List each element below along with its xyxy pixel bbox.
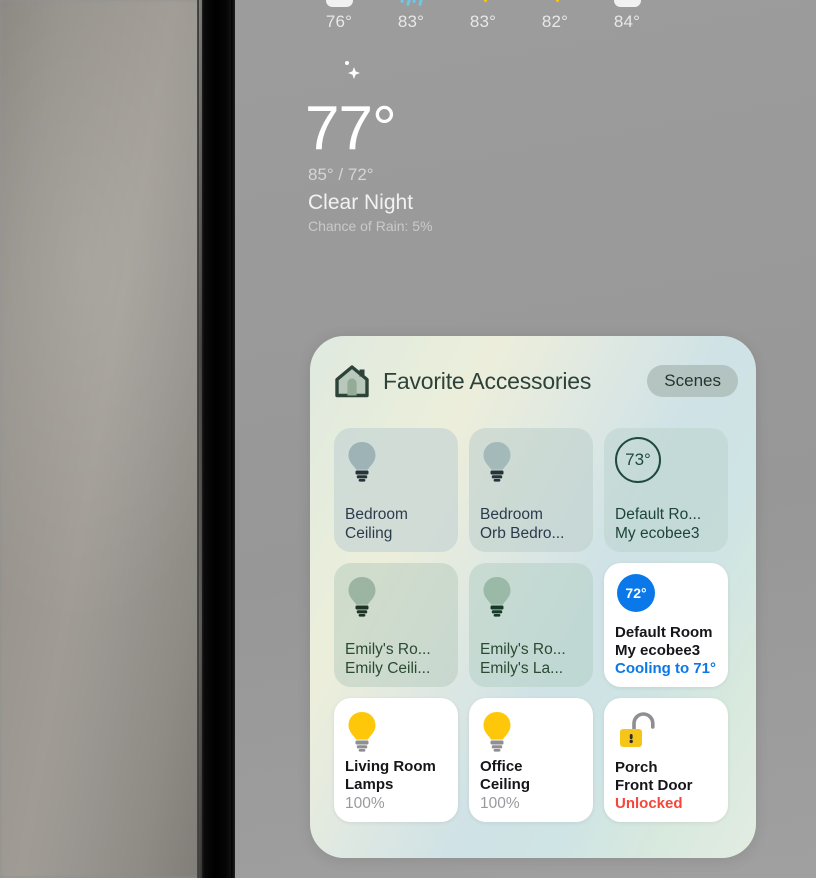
widget-header: Favorite Accessories Scenes [310,358,756,404]
favorite-accessories-widget[interactable]: Favorite Accessories Scenes Bedroom Ceil… [310,336,756,858]
tile-status: Unlocked [615,795,683,812]
tile-line-2: Emily's La... [480,660,564,677]
forecast-temp: 83° [397,12,425,31]
accessory-tile-thermostat-cooling[interactable]: 72° Default Room My ecobee3 Cooling to 7… [604,563,728,687]
tile-label-group: Office Ceiling 100% [480,758,586,813]
tile-line-1: Default Ro... [615,506,702,523]
accessory-tile-front-door-lock[interactable]: Porch Front Door Unlocked [604,698,728,822]
weather-condition: Clear Night [308,191,414,214]
tile-status: 100% [345,795,385,812]
background-wall-sheen [0,0,210,878]
tile-label-group: Default Room My ecobee3 Cooling to 71° [615,624,721,678]
lightbulb-icon [480,709,582,759]
accessory-tile-thermostat-default-room[interactable]: 73° Default Ro... My ecobee3 [604,428,728,552]
forecast-item[interactable]: 84° [591,0,663,32]
forecast-item[interactable]: 76° [303,0,375,32]
thermostat-temperature-badge: 72° [617,574,655,612]
tile-line-2: My ecobee3 [615,642,701,659]
current-temperature: 77° [305,94,397,163]
accessory-tile-emily-ceiling[interactable]: Emily's Ro... Emily Ceili... [334,563,458,687]
accessory-tile-office-ceiling[interactable]: Office Ceiling 100% [469,698,593,822]
tile-status: 100% [480,795,520,812]
tile-line-1: Emily's Ro... [345,641,431,658]
forecast-temp: 82° [541,12,569,31]
tile-line-2: Orb Bedro... [480,525,565,542]
tile-label-group: Porch Front Door Unlocked [615,759,721,813]
tile-line-2: My ecobee3 [615,525,700,542]
forecast-temp: 84° [613,12,641,31]
accessory-tile-bedroom-orb[interactable]: Bedroom Orb Bedro... [469,428,593,552]
tile-line-1: Default Room [615,624,713,641]
crescent-moon-icon [308,55,368,95]
device-bezel-highlight [199,0,202,878]
tile-line-1: Office [480,758,523,775]
weather-forecast-row[interactable]: 76° 83° 83° 82° 84° [303,0,663,32]
widget-title: Favorite Accessories [383,367,592,394]
accessory-tile-bedroom-ceiling[interactable]: Bedroom Ceiling [334,428,458,552]
tile-label-group: Bedroom Ceiling [345,505,451,543]
tile-label-group: Emily's Ro... Emily Ceili... [345,640,451,678]
high-low-temperature: 85° / 72° [308,165,374,184]
tile-line-1: Emily's Ro... [480,641,566,658]
accessory-tile-living-room-lamps[interactable]: Living Room Lamps 100% [334,698,458,822]
tile-line-2: Front Door [615,777,693,794]
cloud-icon [319,0,359,12]
tile-label-group: Default Ro... My ecobee3 [615,505,721,543]
forecast-item[interactable]: 83° [447,0,519,32]
rain-chance-label: Chance of Rain: 5% [308,218,433,234]
house-icon [334,364,370,398]
tile-line-1: Bedroom [345,506,408,523]
tile-label-group: Emily's Ro... Emily's La... [480,640,586,678]
forecast-temp: 76° [325,12,353,31]
accessory-tile-emily-lamp[interactable]: Emily's Ro... Emily's La... [469,563,593,687]
tile-line-1: Porch [615,759,658,776]
forecast-item[interactable]: 83° [375,0,447,32]
unlocked-padlock-icon [615,709,717,759]
device-screen: 76° 83° 83° 82° 84° 77° 85° / 72° Clear … [235,0,816,878]
tile-line-2: Lamps [345,776,394,793]
lightbulb-icon [345,709,447,759]
tile-line-1: Living Room [345,758,436,775]
tile-line-2: Ceiling [345,525,393,542]
sun-rain-icon [463,0,503,12]
tile-line-2: Ceiling [480,776,531,793]
tile-label-group: Bedroom Orb Bedro... [480,505,586,543]
lightbulb-icon [480,439,582,489]
accessory-tile-grid: Bedroom Ceiling Bedroom Orb Bedro... 73°… [334,428,732,822]
screenshot-stage: 76° 83° 83° 82° 84° 77° 85° / 72° Clear … [0,0,816,878]
lightbulb-icon [345,439,447,489]
tile-status: Cooling to 71° [615,660,716,677]
lightbulb-icon [345,574,447,624]
scenes-button[interactable]: Scenes [647,365,738,397]
sun-rain-icon [535,0,575,12]
forecast-temp: 83° [469,12,497,31]
forecast-item[interactable]: 82° [519,0,591,32]
thermostat-temperature-badge: 73° [615,437,661,483]
tile-line-2: Emily Ceili... [345,660,431,677]
lightbulb-icon [480,574,582,624]
rain-icon [391,0,431,12]
tile-label-group: Living Room Lamps 100% [345,758,451,813]
cloud-icon [607,0,647,12]
tile-line-1: Bedroom [480,506,543,523]
